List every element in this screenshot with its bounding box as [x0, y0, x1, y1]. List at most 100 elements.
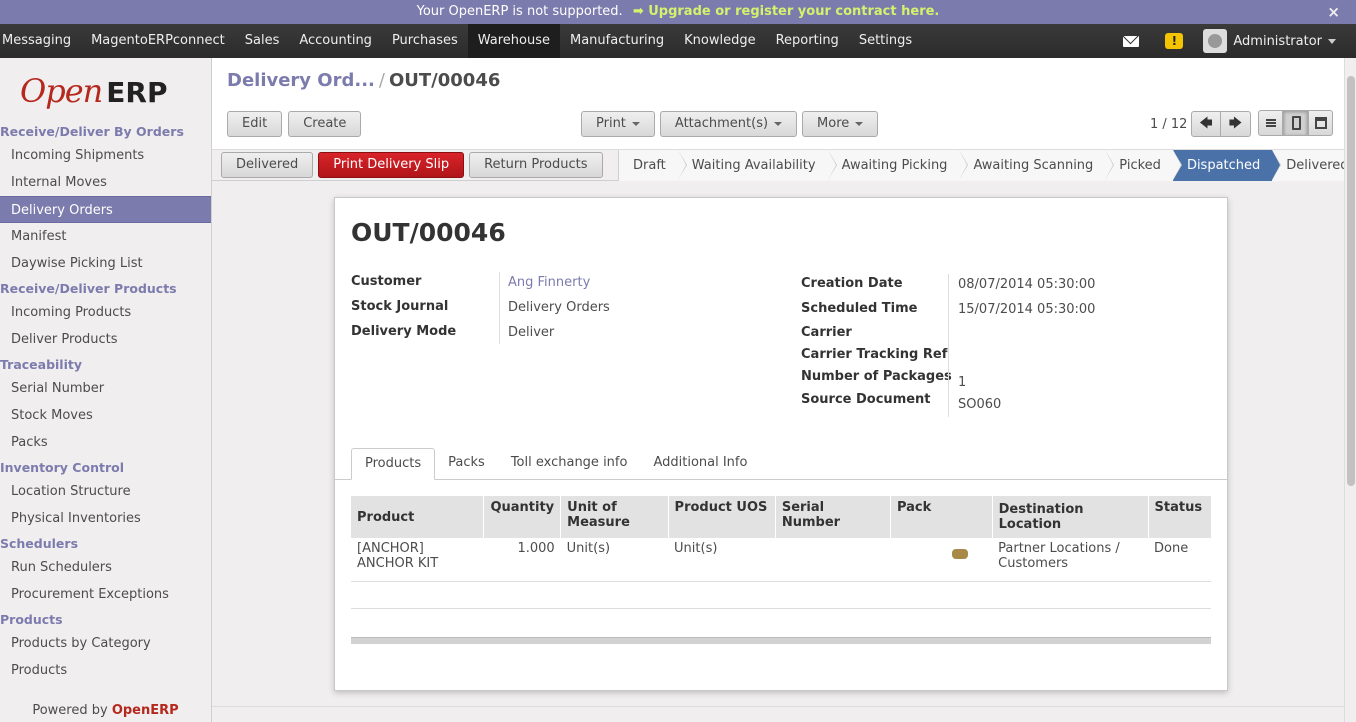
breadcrumb-separator: /	[378, 70, 385, 91]
sidebar-item-physical-inventories[interactable]: Physical Inventories	[0, 505, 211, 532]
sidebar-item-delivery-orders[interactable]: Delivery Orders	[0, 196, 211, 223]
menu-manufacturing[interactable]: Manufacturing	[560, 24, 674, 58]
sidebar-section-schedulers: Schedulers	[0, 536, 79, 551]
sidebar-item-incoming-products[interactable]: Incoming Products	[0, 299, 211, 326]
user-area: ! Administrator	[1123, 24, 1356, 58]
next-record-button[interactable]: 🡆	[1221, 111, 1251, 137]
creation-date-field[interactable]: 08/07/2014 05:30:00	[958, 277, 1095, 292]
stock-journal-field[interactable]: Delivery Orders	[508, 300, 610, 315]
column-header-serial-number[interactable]: Serial Number	[774, 496, 891, 538]
sidebar-item-deliver-products[interactable]: Deliver Products	[0, 326, 211, 353]
create-button[interactable]: Create	[288, 111, 362, 137]
cell-quantity: 1.000	[483, 538, 561, 582]
column-header-product-uos[interactable]: Product UOS	[667, 496, 776, 538]
powered-by-label: Powered by	[32, 703, 108, 718]
sidebar-item-run-schedulers[interactable]: Run Schedulers	[0, 554, 211, 581]
avatar[interactable]	[1203, 29, 1228, 53]
column-header-destination-location[interactable]: Destination Location	[991, 496, 1149, 538]
column-header-pack[interactable]: Pack	[889, 496, 993, 538]
scheduled-time-field[interactable]: 15/07/2014 05:30:00	[958, 302, 1095, 317]
menu-settings[interactable]: Settings	[849, 24, 922, 58]
tab-additional-info[interactable]: Additional Info	[640, 448, 760, 480]
menu-messaging[interactable]: Messaging	[0, 24, 81, 58]
openerp-logo[interactable]: Open ERP	[0, 58, 211, 120]
chevron-down-icon[interactable]	[1328, 38, 1336, 44]
user-menu[interactable]: Administrator	[1233, 34, 1322, 49]
workflow-buttons: Delivered Print Delivery Slip Return Pro…	[221, 152, 603, 178]
scheduled-time-label: Scheduled Time	[801, 301, 918, 316]
sidebar-item-manifest[interactable]: Manifest	[0, 223, 211, 250]
sidebar-item-procurement-exceptions[interactable]: Procurement Exceptions	[0, 581, 211, 608]
menu-reporting[interactable]: Reporting	[766, 24, 849, 58]
stage-awaiting-scanning: Awaiting Scanning	[959, 150, 1115, 181]
source-document-label: Source Document	[801, 392, 931, 407]
warning-icon[interactable]: !	[1165, 33, 1184, 49]
menu-sales[interactable]: Sales	[235, 24, 290, 58]
more-dropdown[interactable]: More	[802, 111, 879, 137]
upgrade-link[interactable]: ➡ Upgrade or register your contract here…	[633, 4, 940, 19]
return-products-button[interactable]: Return Products	[469, 152, 603, 178]
pack-icon[interactable]	[952, 549, 969, 559]
attachments-dropdown[interactable]: Attachment(s)	[659, 111, 798, 137]
creation-date-label: Creation Date	[801, 276, 903, 291]
empty-table-row	[351, 608, 1211, 609]
edit-button[interactable]: Edit	[227, 111, 283, 137]
scrollbar-thumb[interactable]	[1347, 76, 1355, 486]
print-dropdown[interactable]: Print	[581, 111, 655, 137]
sidebar-item-incoming-shipments[interactable]: Incoming Shipments	[0, 142, 211, 169]
print-delivery-slip-button[interactable]: Print Delivery Slip	[318, 152, 465, 178]
sidebar-item-products-by-category[interactable]: Products by Category	[0, 630, 211, 657]
sidebar-item-daywise-picking-list[interactable]: Daywise Picking List	[0, 250, 211, 277]
previous-record-button[interactable]: 🡄	[1191, 111, 1221, 137]
left-field-values: Ang Finnerty Delivery Orders Deliver	[508, 270, 610, 345]
breadcrumb: Delivery Ord... / OUT/00046	[227, 70, 1329, 91]
menu-knowledge[interactable]: Knowledge	[674, 24, 765, 58]
sidebar-item-stock-moves[interactable]: Stock Moves	[0, 402, 211, 429]
list-view-button[interactable]	[1258, 110, 1283, 136]
tab-toll-exchange-info[interactable]: Toll exchange info	[498, 448, 641, 480]
user-silhouette-icon	[1208, 34, 1223, 48]
sidebar-item-products[interactable]: Products	[0, 657, 211, 684]
stock-journal-label: Stock Journal	[351, 299, 449, 314]
form-view-button[interactable]	[1283, 110, 1308, 136]
column-header-unit-of-measure[interactable]: Unit of Measure	[560, 496, 669, 538]
menu-warehouse[interactable]: Warehouse	[467, 24, 560, 58]
close-announcement-button[interactable]: ×	[1327, 0, 1340, 24]
column-header-quantity[interactable]: Quantity	[483, 496, 561, 538]
calendar-view-button[interactable]	[1308, 110, 1333, 136]
caret-down-icon	[774, 121, 783, 126]
breadcrumb-current: OUT/00046	[388, 70, 501, 91]
menu-accounting[interactable]: Accounting	[289, 24, 382, 58]
calendar-icon	[1315, 117, 1327, 129]
page-scrollbar[interactable]	[1344, 58, 1356, 722]
logo-erp: ERP	[106, 76, 168, 109]
record-buttons: Edit Create	[227, 111, 362, 137]
breadcrumb-delivery-orders[interactable]: Delivery Ord...	[227, 70, 375, 91]
stage-bar: Draft Waiting Availability Awaiting Pick…	[618, 150, 1356, 181]
stage-draft: Draft	[619, 150, 687, 181]
sidebar-item-internal-moves[interactable]: Internal Moves	[0, 169, 211, 196]
tab-products[interactable]: Products	[351, 448, 436, 480]
sidebar-item-location-structure[interactable]: Location Structure	[0, 478, 211, 505]
mail-icon[interactable]	[1123, 35, 1140, 47]
table-row[interactable]: [ANCHOR] ANCHOR KIT 1.000 Unit(s) Unit(s…	[351, 538, 1211, 582]
tab-packs[interactable]: Packs	[435, 448, 498, 480]
delivery-mode-field[interactable]: Deliver	[508, 325, 554, 340]
customer-field[interactable]: Ang Finnerty	[508, 275, 590, 290]
powered-by-link[interactable]: OpenERP	[112, 703, 179, 718]
delivered-button[interactable]: Delivered	[221, 152, 314, 178]
sidebar-item-serial-number[interactable]: Serial Number	[0, 375, 211, 402]
more-label: More	[817, 116, 850, 131]
column-header-status[interactable]: Status	[1147, 496, 1211, 538]
menu-magentoerpconnect[interactable]: MagentoERPconnect	[81, 24, 235, 58]
number-of-packages-field[interactable]: 1	[958, 375, 966, 390]
column-header-product[interactable]: Product	[351, 496, 484, 538]
source-document-field[interactable]: SO060	[958, 397, 1001, 412]
caret-down-icon	[631, 121, 640, 126]
notebook-tabs: Products Packs Toll exchange info Additi…	[351, 448, 760, 480]
menu-purchases[interactable]: Purchases	[382, 24, 468, 58]
table-footer	[351, 637, 1211, 644]
sidebar-item-packs[interactable]: Packs	[0, 429, 211, 456]
announcement-text: Your OpenERP is not supported.	[416, 4, 623, 19]
delivery-mode-label: Delivery Mode	[351, 324, 457, 339]
